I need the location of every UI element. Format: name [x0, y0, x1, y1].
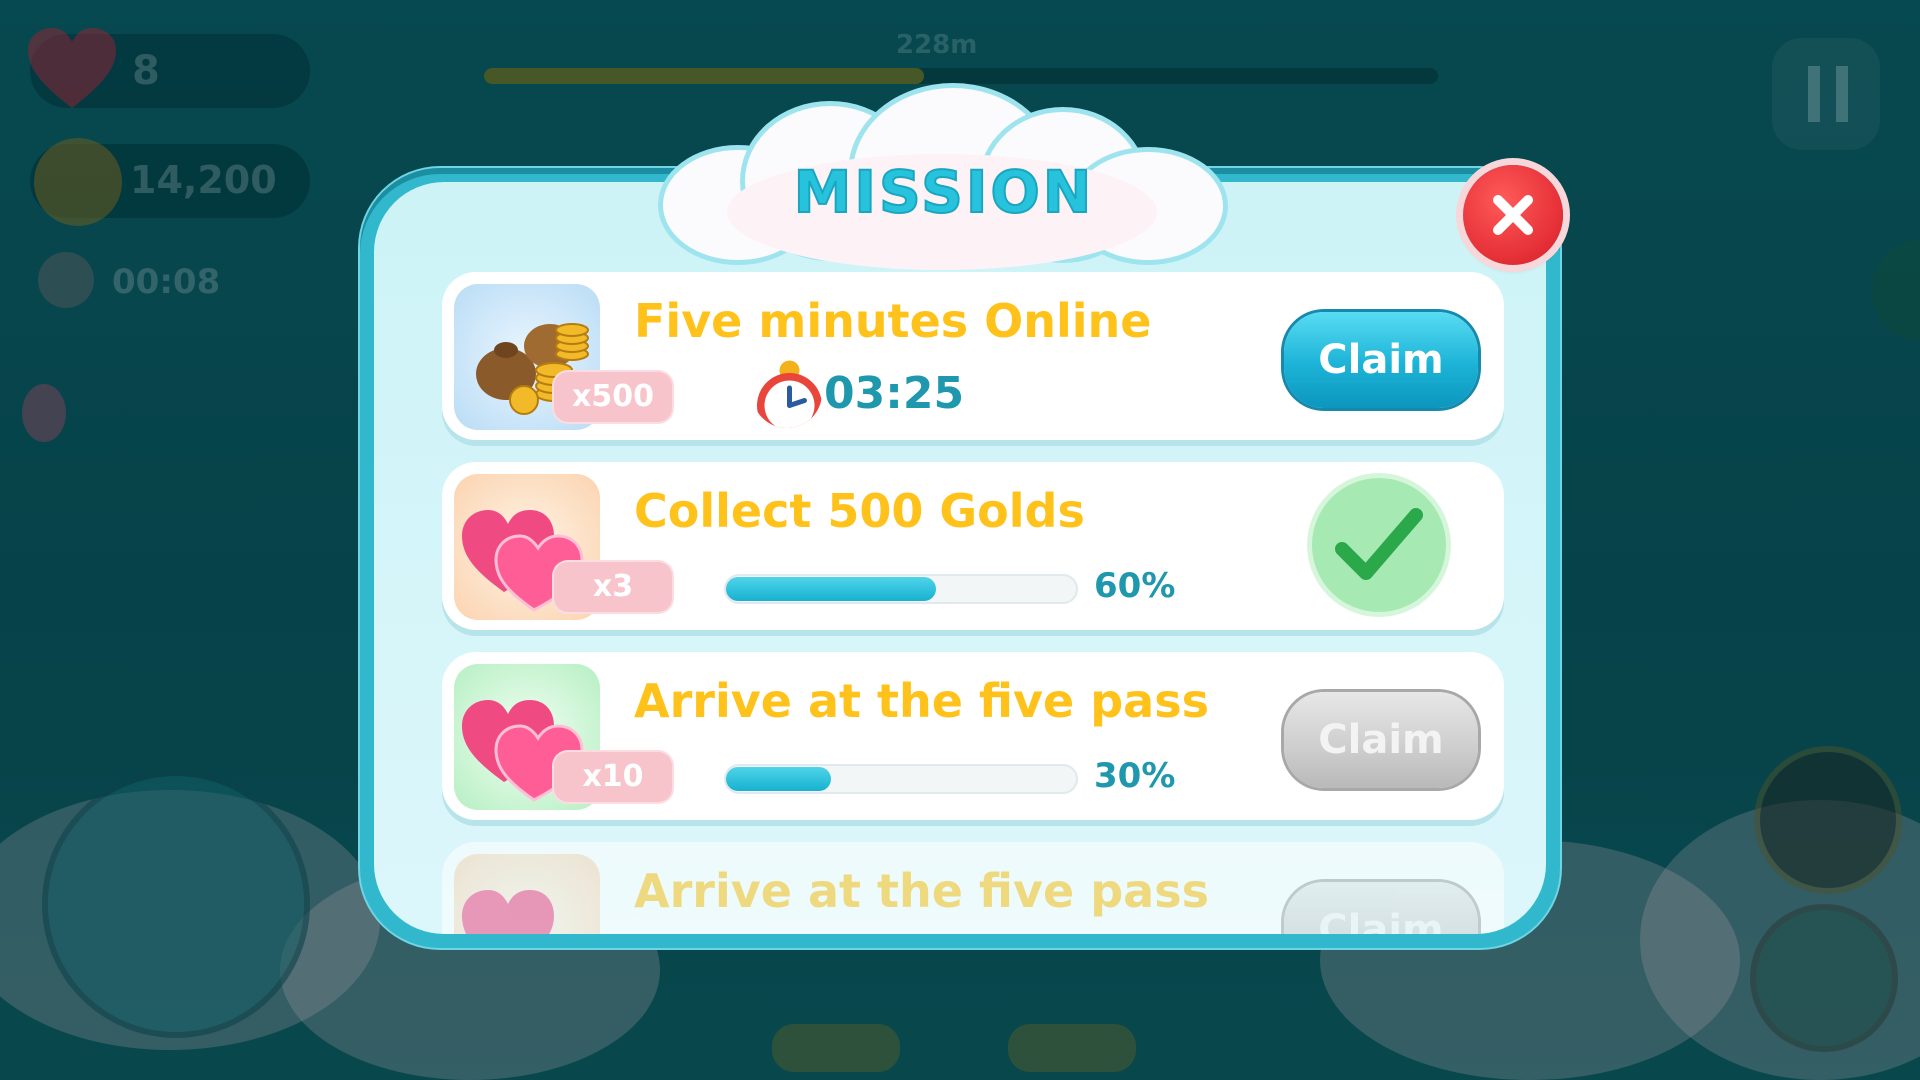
mission-dialog: x500 Five minutes Online 03:25 Claim x3 …: [360, 168, 1560, 948]
mission-card-online: x500 Five minutes Online 03:25 Claim: [442, 272, 1504, 440]
claim-button-disabled[interactable]: Claim: [1284, 692, 1478, 788]
mission-card-arrive-pass: x10 Arrive at the five pass 30% Claim: [442, 652, 1504, 820]
mission-title: Arrive at the five pass: [634, 674, 1209, 728]
close-x-icon: [1493, 195, 1533, 235]
mission-title: Collect 500 Golds: [634, 484, 1085, 538]
close-button[interactable]: [1463, 165, 1563, 265]
mission-title: Five minutes Online: [634, 294, 1152, 348]
reward-count-badge: x3: [554, 562, 672, 612]
reward-count-badge: x500: [554, 372, 672, 422]
pink-hearts-icon: [462, 890, 554, 934]
claim-button-disabled[interactable]: Claim: [1284, 882, 1478, 934]
progress-percent: 60%: [1094, 566, 1176, 606]
checkmark-icon: [1335, 508, 1423, 580]
mission-card-collect-golds: x3 Collect 500 Golds 60%: [442, 462, 1504, 630]
progress-bar: [724, 574, 1078, 604]
progress-fill: [726, 577, 936, 601]
mission-timer: 03:25: [824, 368, 965, 419]
title-cloud: MISSION: [663, 88, 1225, 278]
mission-list: x500 Five minutes Online 03:25 Claim x3 …: [374, 182, 1546, 934]
progress-fill: [726, 767, 831, 791]
mission-title: Arrive at the five pass: [634, 864, 1209, 918]
reward-count-badge: x10: [554, 752, 672, 802]
completed-status: [1312, 478, 1446, 612]
mission-card-arrive-pass-2: Arrive at the five pass Claim: [442, 842, 1504, 934]
progress-bar: [724, 764, 1078, 794]
progress-percent: 30%: [1094, 756, 1176, 796]
reward-thumb: [454, 854, 600, 934]
claim-button[interactable]: Claim: [1284, 312, 1478, 408]
dialog-title: MISSION: [793, 157, 1095, 227]
alarm-clock-icon: [757, 360, 822, 428]
